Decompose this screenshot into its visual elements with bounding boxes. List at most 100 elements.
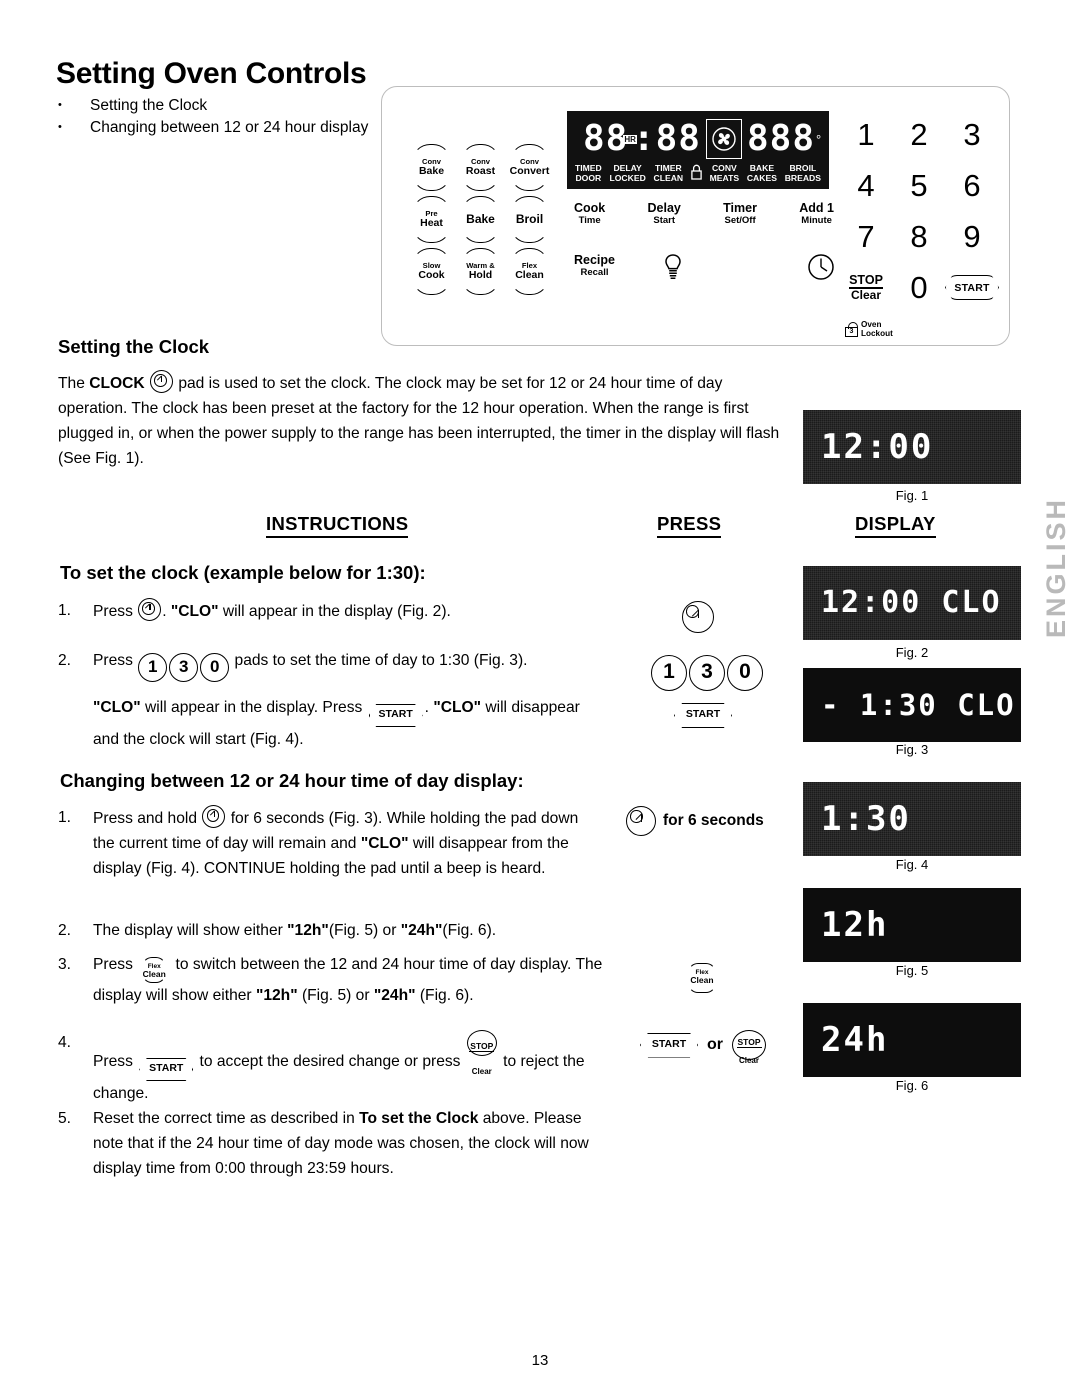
key-4[interactable]: 4 (844, 170, 888, 201)
pad-label-bottom: Heat (420, 217, 443, 230)
clo-quote: "CLO" (93, 699, 141, 716)
pad-label-bottom: Roast (465, 165, 496, 178)
key-6[interactable]: 6 (950, 170, 994, 201)
keypad-row: 7 8 9 (844, 211, 994, 262)
clock-icon[interactable] (138, 598, 162, 621)
step-number: 1. (58, 809, 72, 826)
figure-1-readout: 12:00 (821, 427, 934, 467)
stop-clear-pad-icon[interactable]: STOPClear (466, 1030, 497, 1076)
oven-lockout-indicator: 3 Oven Lockout (845, 320, 893, 338)
pad-conv-convert[interactable]: Conv Convert (505, 143, 554, 192)
start-pad-icon[interactable]: START (368, 704, 423, 727)
pad-broil[interactable]: Broil (505, 195, 554, 244)
key-5[interactable]: 5 (897, 170, 941, 201)
step-number: 5. (58, 1110, 72, 1127)
keypad-row: 4 5 6 (844, 160, 994, 211)
key-9[interactable]: 9 (950, 221, 994, 252)
press-flex-clean-pad[interactable]: Flex Clean (683, 962, 721, 993)
figure-4-caption: Fig. 4 (895, 857, 929, 872)
step-text: The display will show either "12h"(Fig. … (93, 922, 497, 939)
pad-label-bottom: Bake (418, 165, 445, 178)
figure-4-readout: 1:30 (821, 799, 911, 839)
oven-lockout-label: Oven Lockout (861, 320, 893, 338)
digit-pad-3[interactable]: 3 (689, 655, 725, 691)
key-start[interactable]: START (945, 275, 999, 300)
clock-icon[interactable] (626, 806, 656, 836)
led-temperature: 888 (746, 118, 815, 159)
digit-pad-1[interactable]: 1 (651, 655, 687, 691)
step-text: Press START to accept the desired change… (93, 1030, 608, 1106)
step-number: 2. (58, 922, 72, 939)
figure-2-display: 12:00 CLO (803, 566, 1021, 640)
column-header-display: DISPLAY (855, 513, 936, 538)
annunciator-timed-door: TIMED DOOR (575, 162, 602, 184)
digit-pad-0[interactable]: 0 (200, 653, 230, 682)
bullet-icon: • (58, 99, 62, 111)
twelve-hour-quote: "12h" (255, 987, 298, 1004)
key-1[interactable]: 1 (844, 119, 888, 150)
bullet-icon: • (58, 121, 62, 133)
pad-label-bottom: Clean (515, 269, 544, 282)
clo-quote: "CLO" (170, 603, 219, 620)
digit-pad-3[interactable]: 3 (169, 653, 199, 682)
step-changing-2: 2. The display will show either "12h"(Fi… (58, 918, 618, 943)
figure-2-readout: 12:00 CLO (821, 585, 1002, 620)
cross-ref-bold: To set the Clock (359, 1110, 479, 1127)
key-8[interactable]: 8 (897, 221, 941, 252)
pad-flex-clean[interactable]: Flex Clean (505, 247, 554, 296)
pad-warm-hold[interactable]: Warm & Hold (456, 247, 505, 296)
digit-pad-1[interactable]: 1 (138, 653, 168, 682)
light-bulb-icon[interactable] (664, 254, 681, 285)
digit-pad-0[interactable]: 0 (727, 655, 763, 691)
keypad-row: STOP Clear 0 START (844, 262, 999, 313)
pad-conv-bake[interactable]: Conv Bake (407, 143, 456, 192)
step-number-spacer (58, 695, 93, 752)
led-colon: : (632, 118, 656, 159)
pad-row: Slow Cook Warm & Hold Flex Clean (407, 247, 555, 299)
step-set-clock-1: 1. Press . "CLO" will appear in the disp… (58, 598, 618, 624)
key-0[interactable]: 0 (897, 272, 941, 303)
function-key-add-1-minute[interactable]: Add 1 Minute (799, 202, 834, 227)
flex-clean-pad-icon[interactable]: Flex Clean (139, 957, 169, 983)
led-time-left: 88 (583, 118, 629, 159)
press-clock-pad[interactable] (681, 601, 715, 633)
key-3[interactable]: 3 (950, 119, 994, 150)
heading-setting-the-clock: Setting the Clock (58, 336, 210, 357)
column-header-instructions: INSTRUCTIONS (266, 513, 409, 538)
annunciator-timer-clean: TIMER CLEAN (653, 162, 684, 184)
step-changing-1: 1. Press and hold for 6 seconds (Fig. 3)… (58, 805, 603, 881)
pad-conv-roast[interactable]: Conv Roast (456, 143, 505, 192)
annunciator-conv-meats: CONV MEATS (709, 162, 740, 184)
pad-row: Pre Heat Bake Broil (407, 195, 555, 247)
pad-bake[interactable]: Bake (456, 195, 505, 244)
function-key-recipe-recall[interactable]: Recipe Recall (574, 254, 615, 279)
step-changing-5: 5. Reset the correct time as described i… (58, 1106, 603, 1181)
key-stop-clear[interactable]: STOP Clear (844, 273, 888, 302)
heading-changing-12-24: Changing between 12 or 24 hour time of d… (60, 770, 524, 791)
function-key-cook-time[interactable]: Cook Time (574, 202, 605, 227)
pad-pre-heat[interactable]: Pre Heat (407, 195, 456, 244)
function-key-delay-start[interactable]: Delay Start (648, 202, 681, 227)
or-label: or (707, 1036, 723, 1053)
twentyfour-hour-quote: "24h" (400, 922, 443, 939)
press-start-pad[interactable]: START (672, 699, 734, 728)
keypad-row: 1 2 3 (844, 109, 994, 160)
numeric-keypad: 1 2 3 4 5 6 7 8 9 STOP Clear 0 START 3 O… (844, 109, 999, 338)
function-key-timer-setoff[interactable]: Timer Set/Off (723, 202, 757, 227)
step-changing-3: 3. Press Flex Clean to switch between the… (58, 952, 608, 1008)
column-header-press: PRESS (657, 513, 722, 538)
stop-clear-pad-icon[interactable]: STOP Clear (732, 1030, 766, 1065)
heading-to-set-the-clock: To set the clock (example below for 1:30… (60, 562, 426, 583)
control-panel-diagram: Conv Bake Conv Roast Conv Convert Pre He… (381, 86, 1010, 346)
start-pad-icon[interactable]: START (139, 1058, 194, 1081)
key-7[interactable]: 7 (844, 221, 888, 252)
key-2[interactable]: 2 (897, 119, 941, 150)
page-number: 13 (531, 1352, 549, 1369)
degree-icon: ° (816, 131, 822, 147)
step-changing-4: 4. Press START to accept the desired cha… (58, 1030, 608, 1106)
pad-slow-cook[interactable]: Slow Cook (407, 247, 456, 296)
clock-icon[interactable] (202, 805, 226, 828)
step-set-clock-2-cont: "CLO" will appear in the display. Press … (58, 695, 588, 752)
start-pad-icon[interactable]: START (640, 1032, 698, 1058)
clock-icon[interactable] (808, 254, 834, 285)
